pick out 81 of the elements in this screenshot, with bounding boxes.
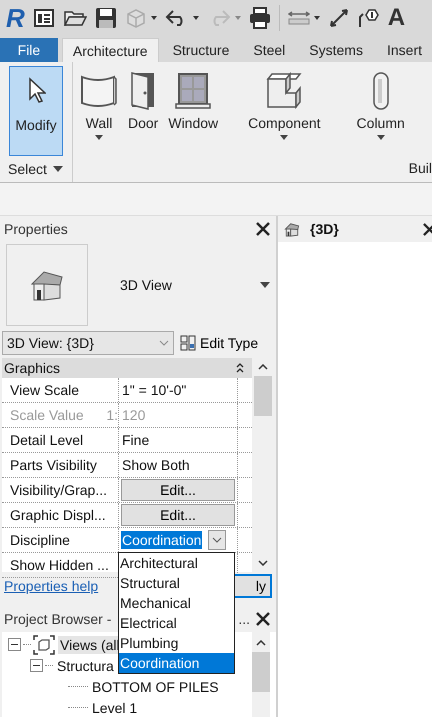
app-logo[interactable]: R [6,5,25,31]
scroll-down-icon[interactable] [258,560,268,566]
caret-icon[interactable] [192,16,199,20]
property-name: Visibility/Grap... [10,482,107,498]
property-name: Discipline [10,532,70,548]
property-value: Show Both [121,457,190,473]
document-icon[interactable] [32,7,55,29]
save-icon[interactable] [94,7,117,29]
collapse-icon[interactable] [236,363,244,373]
scroll-thumb[interactable] [252,652,270,692]
property-value: 1" = 10'-0" [121,382,186,398]
wall-tool-button[interactable]: Wall [77,66,121,145]
property-name: View Scale [10,382,80,398]
property-value[interactable]: Coordination [121,531,202,549]
properties-help-link[interactable]: Properties help [4,578,98,594]
ribbon-tab[interactable]: Systems [299,38,373,62]
tag-icon[interactable] [358,7,380,29]
collapse-toggle[interactable] [8,638,21,651]
door-tool-button[interactable]: Door [125,66,162,136]
component-tool-button[interactable]: Component [245,66,324,145]
collapse-toggle[interactable] [30,659,43,672]
column-tool-button[interactable]: Column [354,66,408,145]
panel-title: Project Browser - [4,611,112,627]
house-icon [284,222,300,236]
ribbon-tab[interactable]: Steel [243,38,296,62]
property-name: Graphic Displ... [10,507,106,523]
column-icon [370,71,391,111]
property-prefix: 1: [106,407,118,423]
panel-title: Properties [4,221,68,237]
panel-title-ellipsis: ... [238,611,250,627]
edit-type-icon [180,335,196,351]
panel-title: Select [8,161,47,177]
close-icon[interactable] [256,222,270,236]
dropdown-button[interactable] [208,530,226,550]
property-name: Detail Level [10,432,84,448]
caret-icon[interactable] [260,282,270,288]
text-tool[interactable]: A [388,6,406,30]
panel-title: Buil [408,160,432,176]
scrollbar[interactable] [252,632,270,717]
window-icon [174,71,212,111]
views-icon [33,634,55,654]
scroll-thumb[interactable] [254,376,272,416]
caret-icon [95,135,103,140]
chevron-icon [159,340,169,346]
scroll-up-icon[interactable] [258,364,268,370]
type-name: 3D View [120,277,173,293]
window-tool-button[interactable]: Window [165,66,222,136]
caret-icon [376,135,385,140]
tree-item[interactable]: Structura [55,656,116,674]
close-icon[interactable] [256,612,270,626]
chevron-icon [212,537,222,543]
dropdown-option[interactable]: Plumbing [119,633,234,653]
property-value: Fine [121,432,150,448]
property-value: 120 [121,407,146,423]
edit-type-button[interactable]: Edit Type [180,335,258,351]
group-title: Graphics [4,360,60,376]
dropdown-option[interactable]: Coordination [119,653,234,673]
dimension-icon[interactable] [328,7,350,29]
modify-tool-button[interactable]: Modify [9,66,63,156]
caret-icon [280,135,288,140]
property-name: Scale Value [10,407,84,423]
ribbon-tab[interactable]: Insert [376,38,432,62]
ribbon-tab[interactable]: Architecture [62,38,159,62]
property-name: Show Hidden ... [10,557,109,573]
dropdown-option[interactable]: Electrical [119,613,234,633]
property-name: Parts Visibility [10,457,97,473]
tree-item[interactable]: BOTTOM OF PILES [90,678,221,696]
caret-icon[interactable] [314,16,320,20]
file-menu-tab[interactable]: File [0,38,58,62]
edit-button[interactable]: Edit... [121,479,235,501]
edit-button[interactable]: Edit... [121,504,235,526]
dropdown-option[interactable]: Architectural [119,553,234,573]
printer-icon[interactable] [248,7,271,29]
scroll-up-icon[interactable] [256,640,266,646]
caret-icon[interactable] [150,16,157,20]
ribbon-tab[interactable]: Structure [162,38,240,62]
measure-icon[interactable] [288,11,310,25]
instance-select[interactable]: 3D View: {3D} [2,331,174,355]
tree-item[interactable]: Level 1 [90,698,140,716]
view-tab-title[interactable]: {3D} [310,221,339,237]
caret-icon[interactable] [52,166,63,172]
